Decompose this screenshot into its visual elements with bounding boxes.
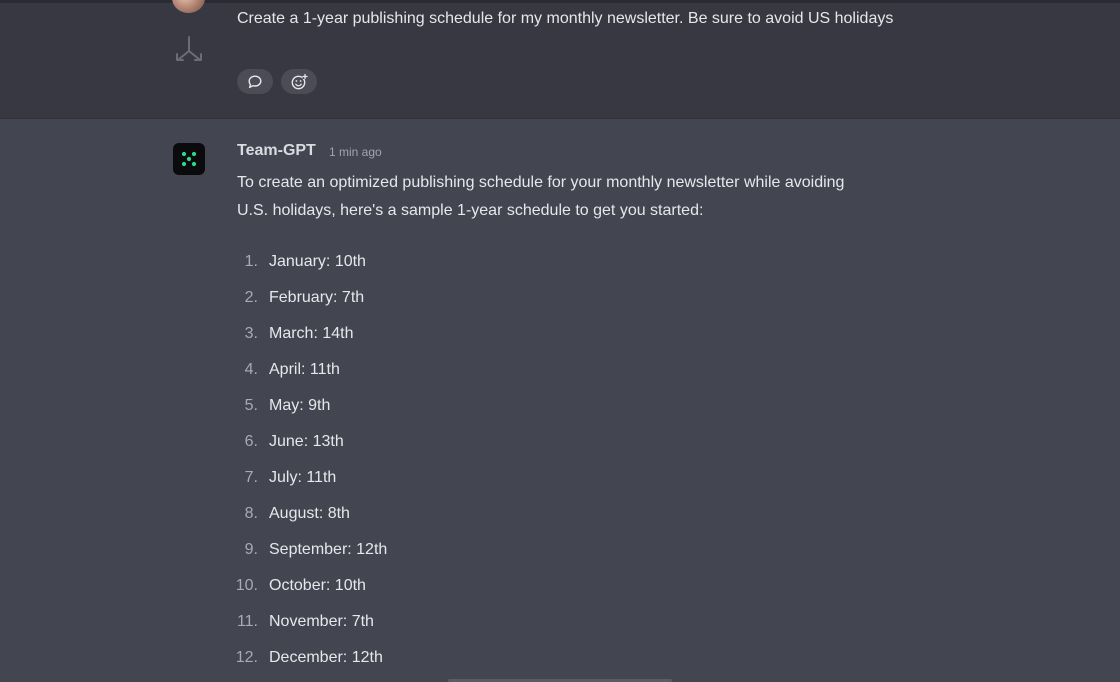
schedule-text: February: 7th — [269, 289, 365, 306]
list-number: 10. — [235, 577, 258, 594]
bot-avatar[interactable] — [173, 143, 205, 175]
schedule-text: December: 12th — [269, 649, 383, 666]
schedule-text: July: 11th — [269, 469, 337, 486]
schedule-list: 1. January: 10th 2. February: 7th 3. Mar… — [226, 244, 388, 676]
list-number: 2. — [244, 289, 258, 306]
schedule-text: May: 9th — [269, 397, 331, 414]
add-reaction-button[interactable] — [281, 69, 317, 94]
chat-thread: Create a 1-year publishing schedule for … — [0, 0, 1120, 682]
schedule-item: 11. November: 7th — [226, 604, 387, 640]
list-number: 7. — [244, 469, 258, 486]
schedule-item: 3. March: 14th — [226, 316, 387, 352]
schedule-text: September: 12th — [269, 541, 388, 558]
list-number: 6. — [244, 433, 258, 450]
list-number: 9. — [244, 541, 258, 558]
branch-icon[interactable] — [173, 33, 205, 65]
team-gpt-logo-icon — [181, 151, 197, 167]
bot-author-name: Team-GPT — [237, 142, 316, 159]
schedule-item: 9. September: 12th — [226, 532, 388, 568]
schedule-item: 1. January: 10th — [226, 244, 387, 280]
user-message: Create a 1-year publishing schedule for … — [0, 0, 1120, 119]
message-timestamp: 1 min ago — [329, 145, 382, 159]
user-avatar[interactable] — [172, 0, 205, 13]
schedule-item: 12. December: 12th — [226, 640, 387, 676]
comment-icon — [248, 75, 262, 88]
bot-message-intro: To create an optimized publishing schedu… — [237, 174, 845, 219]
list-number: 8. — [244, 505, 258, 522]
schedule-item: 7. July: 11th — [226, 460, 387, 496]
comment-button[interactable] — [237, 69, 273, 94]
list-number: 5. — [244, 397, 258, 414]
schedule-item: 10. October: 10th — [226, 568, 387, 604]
list-number: 3. — [244, 325, 258, 342]
schedule-text: October: 10th — [269, 577, 366, 594]
schedule-text: August: 8th — [269, 505, 350, 522]
user-message-text: Create a 1-year publishing schedule for … — [237, 10, 894, 27]
schedule-text: April: 11th — [269, 361, 340, 378]
schedule-text: January: 10th — [269, 253, 366, 270]
add-reaction-icon — [291, 73, 308, 89]
schedule-item: 6. June: 13th — [226, 424, 387, 460]
schedule-text: June: 13th — [269, 433, 344, 450]
schedule-item: 2. February: 7th — [226, 280, 387, 316]
list-number: 4. — [244, 361, 258, 378]
schedule-text: March: 14th — [269, 325, 354, 342]
list-number: 12. — [235, 649, 258, 666]
schedule-item: 8. August: 8th — [226, 496, 387, 532]
list-number: 1. — [244, 253, 258, 270]
schedule-item: 4. April: 11th — [226, 352, 387, 388]
list-number: 11. — [236, 613, 258, 630]
schedule-item: 5. May: 9th — [226, 388, 387, 424]
schedule-text: November: 7th — [269, 613, 374, 630]
